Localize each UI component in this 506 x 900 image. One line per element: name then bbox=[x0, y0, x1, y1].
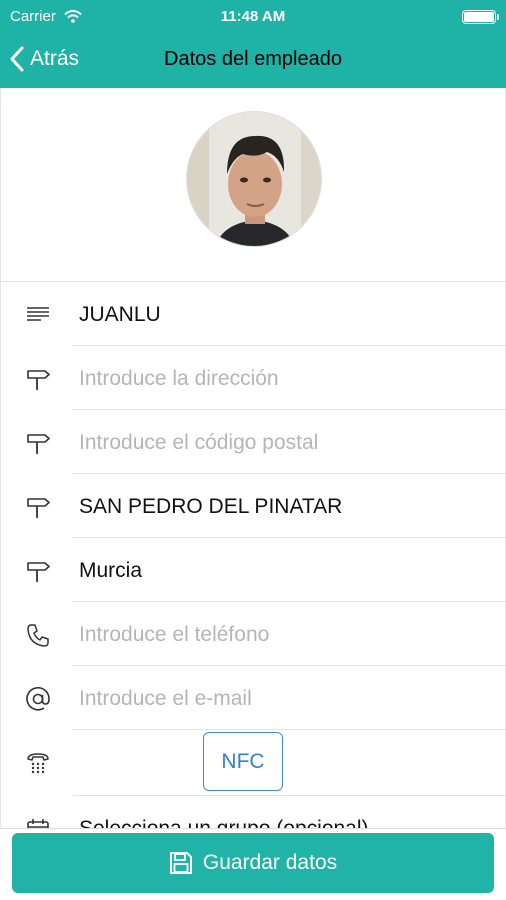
group-field[interactable]: Selecciona un grupo (opcional) bbox=[79, 816, 369, 828]
city-field-row[interactable]: SAN PEDRO DEL PINATAR bbox=[1, 474, 505, 538]
signpost-icon bbox=[27, 562, 50, 582]
nfc-button[interactable]: NFC bbox=[203, 732, 283, 791]
signpost-icon bbox=[27, 370, 50, 390]
clock: 11:48 AM bbox=[220, 8, 286, 25]
calendar-icon bbox=[27, 819, 49, 828]
address-field[interactable]: Introduce la dirección bbox=[79, 366, 279, 392]
floppy-disk-icon bbox=[169, 852, 192, 874]
province-field-row[interactable]: Murcia bbox=[1, 538, 505, 602]
address-field-row[interactable]: Introduce la dirección bbox=[1, 346, 505, 410]
navigation-bar: Atrás Datos del empleado bbox=[0, 34, 506, 88]
signpost-icon bbox=[27, 434, 50, 454]
status-bar: Carrier 11:48 AM bbox=[0, 0, 506, 34]
city-field[interactable]: SAN PEDRO DEL PINATAR bbox=[79, 494, 342, 520]
employee-avatar[interactable] bbox=[186, 111, 322, 247]
bottom-bar: Guardar datos bbox=[0, 828, 506, 900]
email-field-row[interactable]: Introduce el e-mail bbox=[1, 666, 505, 730]
save-button[interactable]: Guardar datos bbox=[12, 833, 494, 893]
employee-form: JUANLU Introduce la dirección Introduce … bbox=[0, 88, 506, 828]
desk-phone-icon bbox=[27, 753, 49, 774]
province-field[interactable]: Murcia bbox=[79, 558, 142, 584]
page-title: Datos del empleado bbox=[164, 48, 342, 70]
name-field-row[interactable]: JUANLU bbox=[1, 282, 505, 346]
signpost-icon bbox=[27, 498, 50, 518]
phone-field-row[interactable]: Introduce el teléfono bbox=[1, 602, 505, 666]
postal-code-field-row[interactable]: Introduce el código postal bbox=[1, 410, 505, 474]
battery-icon bbox=[462, 10, 499, 24]
text-lines-icon bbox=[27, 307, 49, 321]
group-field-row[interactable]: Selecciona un grupo (opcional) bbox=[1, 796, 505, 828]
email-field[interactable]: Introduce el e-mail bbox=[79, 686, 252, 712]
at-sign-icon bbox=[26, 687, 50, 711]
postal-code-field[interactable]: Introduce el código postal bbox=[79, 430, 318, 456]
phone-icon bbox=[27, 624, 49, 647]
avatar-photo bbox=[187, 112, 321, 246]
name-field[interactable]: JUANLU bbox=[79, 302, 161, 328]
save-label: Guardar datos bbox=[202, 851, 338, 874]
phone-field[interactable]: Introduce el teléfono bbox=[79, 622, 269, 648]
